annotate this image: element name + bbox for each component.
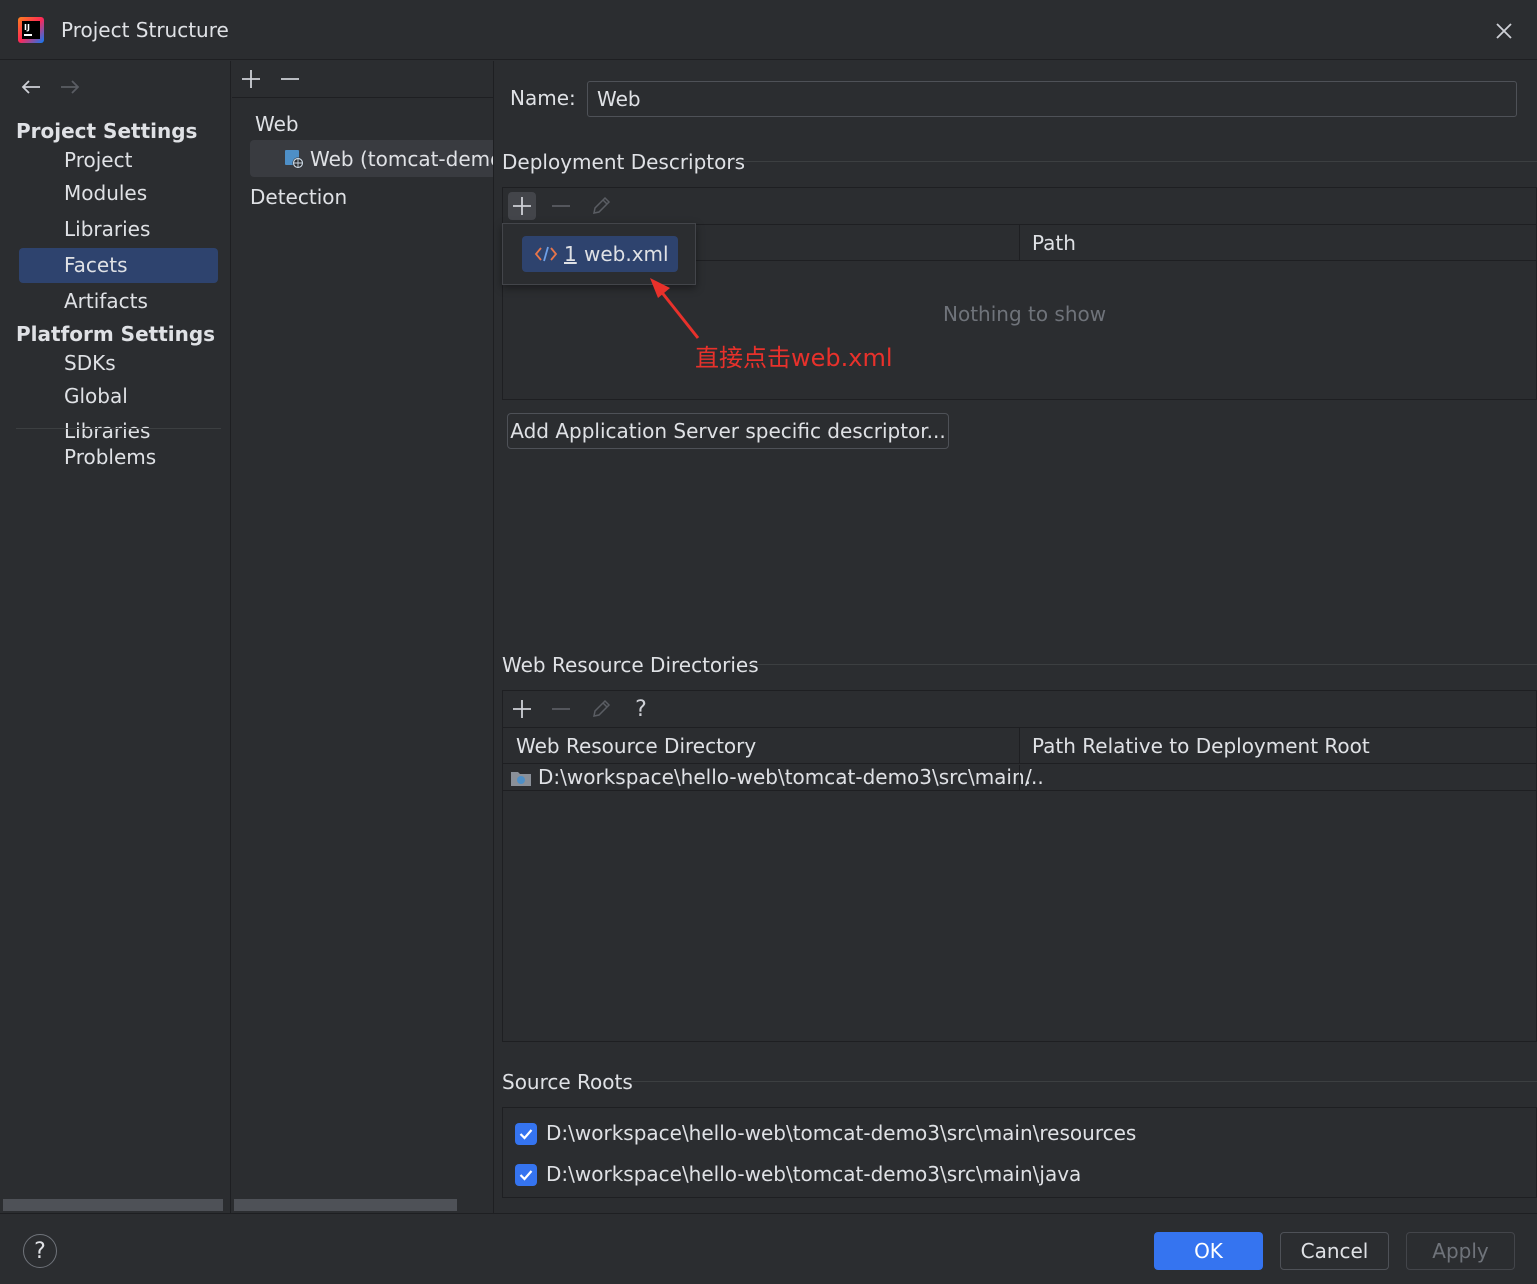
add-server-descriptor-button[interactable]: Add Application Server specific descript… <box>507 413 949 449</box>
facets-tree-pane: Web Web (tomcat-demo3) Detection <box>232 61 494 1213</box>
web-resource-toolbar: ? <box>503 691 1536 728</box>
settings-sidebar: Project Settings Project Modules Librari… <box>0 61 231 1213</box>
close-button[interactable] <box>1490 17 1518 45</box>
remove-facet-button[interactable] <box>276 65 304 93</box>
column-separator <box>1019 728 1020 764</box>
title-bar: IJ Project Structure <box>0 0 1537 60</box>
section-divider <box>734 161 1537 162</box>
section-divider <box>749 664 1537 665</box>
minus-icon <box>552 205 570 207</box>
add-facet-button[interactable] <box>237 65 265 93</box>
pencil-icon <box>593 196 611 214</box>
popup-item-label: web.xml <box>584 242 669 266</box>
add-server-descriptor-label: Add Application Server specific descript… <box>510 419 946 443</box>
popup-item-mnemonic: 1 <box>564 242 577 266</box>
sidebar-horizontal-scrollbar[interactable] <box>3 1199 223 1211</box>
web-folder-icon <box>511 772 531 786</box>
xml-file-icon <box>534 246 558 262</box>
project-settings-header: Project Settings <box>16 119 198 143</box>
add-descriptor-button[interactable] <box>508 192 536 220</box>
web-resource-directories-title: Web Resource Directories <box>502 653 759 677</box>
apply-button[interactable]: Apply <box>1406 1232 1515 1270</box>
facets-tree-toolbar <box>232 61 493 98</box>
sidebar-divider <box>16 428 221 429</box>
sidebar-item-global-libraries[interactable]: Global Libraries <box>19 379 218 443</box>
web-facet-icon <box>285 150 304 169</box>
deployment-descriptors-toolbar <box>503 188 1536 225</box>
empty-state-text: Nothing to show <box>943 302 1107 326</box>
remove-resource-dir-button[interactable] <box>547 695 575 723</box>
sidebar-item-artifacts[interactable]: Artifacts <box>19 284 218 319</box>
column-header-directory[interactable]: Web Resource Directory <box>516 734 756 758</box>
source-root-label: D:\workspace\hello-web\tomcat-demo3\src\… <box>546 1162 1082 1186</box>
minus-icon <box>552 708 570 710</box>
sidebar-item-problems[interactable]: Problems <box>19 440 218 475</box>
column-separator <box>1019 225 1020 261</box>
tree-horizontal-scrollbar[interactable] <box>234 1199 457 1211</box>
plus-icon <box>513 700 531 718</box>
checkmark-icon <box>519 1170 533 1181</box>
svg-text:IJ: IJ <box>24 23 30 32</box>
arrow-right-icon <box>61 80 80 94</box>
popup-item-web-xml[interactable]: 1 web.xml <box>522 236 678 272</box>
tree-item-detection[interactable]: Detection <box>250 185 347 209</box>
plus-icon <box>513 197 531 215</box>
sidebar-item-libraries[interactable]: Libraries <box>19 212 218 247</box>
close-icon <box>1496 23 1512 39</box>
resource-dir-cell: D:\workspace\hello-web\tomcat-demo3\src\… <box>538 765 1044 789</box>
table-row[interactable]: D:\workspace\hello-web\tomcat-demo3\src\… <box>503 765 1536 791</box>
sidebar-item-sdks[interactable]: SDKs <box>19 346 218 381</box>
name-label: Name: <box>510 86 576 110</box>
resource-relative-path-cell: / <box>1025 765 1032 789</box>
edit-descriptor-button[interactable] <box>587 192 615 220</box>
add-resource-dir-button[interactable] <box>508 695 536 723</box>
deployment-descriptors-title: Deployment Descriptors <box>502 150 746 174</box>
sidebar-item-project[interactable]: Project <box>19 143 218 178</box>
source-root-checkbox-resources[interactable] <box>515 1123 537 1145</box>
source-roots-title: Source Roots <box>502 1070 633 1094</box>
sidebar-item-facets[interactable]: Facets <box>19 248 218 283</box>
arrow-left-icon <box>21 80 40 94</box>
intellij-idea-logo-icon: IJ <box>18 17 44 43</box>
column-header-path[interactable]: Path <box>1032 231 1076 255</box>
ok-button[interactable]: OK <box>1154 1232 1263 1270</box>
tree-item-web-facet[interactable]: Web (tomcat-demo3) <box>250 140 493 177</box>
annotation-arrow-icon <box>650 278 700 339</box>
tree-item-web-facet-label: Web (tomcat-demo3) <box>310 147 493 171</box>
pencil-icon <box>593 699 611 717</box>
forward-button[interactable] <box>56 73 84 101</box>
web-resource-directories-table: ? Web Resource Directory Path Relative t… <box>502 690 1537 1042</box>
source-root-checkbox-java[interactable] <box>515 1164 537 1186</box>
web-resource-header: Web Resource Directory Path Relative to … <box>503 728 1536 764</box>
source-roots-list: D:\workspace\hello-web\tomcat-demo3\src\… <box>502 1107 1537 1198</box>
facet-name-input[interactable] <box>587 81 1517 117</box>
edit-resource-dir-button[interactable] <box>587 695 615 723</box>
checkmark-icon <box>519 1129 533 1140</box>
annotation-label: 直接点击web.xml <box>695 344 893 372</box>
help-button[interactable]: ? <box>23 1234 57 1268</box>
dialog-footer: ? OK Cancel Apply <box>0 1213 1537 1284</box>
window-title: Project Structure <box>61 18 229 42</box>
back-button[interactable] <box>17 73 45 101</box>
column-separator <box>1019 765 1020 790</box>
tree-group-web[interactable]: Web <box>255 112 299 136</box>
source-root-label: D:\workspace\hello-web\tomcat-demo3\src\… <box>546 1121 1137 1145</box>
column-header-relative-path[interactable]: Path Relative to Deployment Root <box>1032 734 1370 758</box>
plus-icon <box>242 70 260 88</box>
remove-descriptor-button[interactable] <box>547 192 575 220</box>
platform-settings-header: Platform Settings <box>16 322 216 346</box>
sidebar-item-modules[interactable]: Modules <box>19 176 218 211</box>
cancel-button[interactable]: Cancel <box>1280 1232 1389 1270</box>
section-divider <box>631 1081 1537 1082</box>
resource-help-button[interactable]: ? <box>627 695 655 723</box>
minus-icon <box>281 78 299 80</box>
